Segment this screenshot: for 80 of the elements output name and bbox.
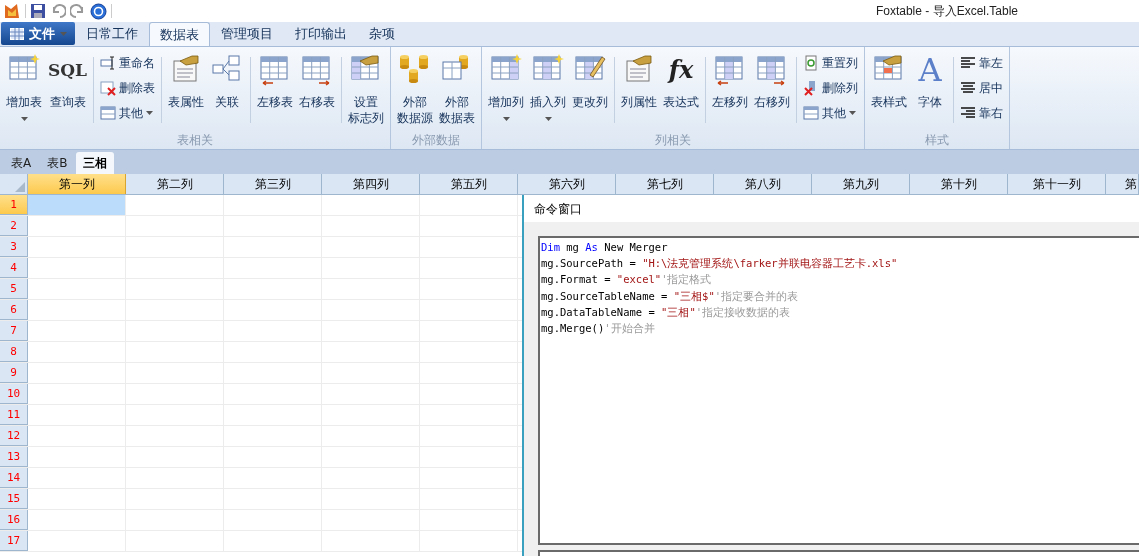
table-delete-icon: [100, 79, 117, 96]
ribbon-button[interactable]: 列属性: [618, 47, 661, 110]
code-line: mg.DataTableName = "三相"'指定接收数据的表: [541, 304, 792, 320]
app-logo-icon: [3, 2, 21, 20]
ribbon-button[interactable]: A 字体: [910, 47, 951, 110]
column-header[interactable]: 第四列: [322, 174, 420, 194]
ribbon-button[interactable]: SQL 查询表: [45, 47, 91, 110]
rename-icon: [100, 54, 117, 71]
align-left-icon: [960, 54, 977, 71]
ribbon-button[interactable]: 设置 标志列: [345, 47, 388, 126]
ribbon-button[interactable]: 增加列: [485, 47, 528, 121]
ribbon-button[interactable]: 左移表: [254, 47, 297, 110]
window-title: Foxtable - 导入Excel.Table: [875, 3, 1018, 20]
file-menu-button[interactable]: 文件: [1, 22, 75, 45]
column-header[interactable]: 第: [1106, 174, 1139, 194]
table-icon: [100, 104, 117, 121]
ribbon-button[interactable]: 关联: [207, 47, 248, 110]
ribbon-tab[interactable]: 日常工作: [75, 22, 149, 46]
column-header[interactable]: 第一列: [28, 174, 126, 194]
select-all-corner-icon[interactable]: [15, 182, 25, 192]
column-header[interactable]: 第五列: [420, 174, 518, 194]
ribbon-button[interactable]: 右移表: [296, 47, 339, 110]
column-header[interactable]: 第十列: [910, 174, 1008, 194]
ribbon-button[interactable]: 左移列: [709, 47, 752, 110]
ribbon-tab[interactable]: 管理项目: [210, 22, 284, 46]
help-icon[interactable]: [90, 2, 107, 20]
ribbon-group-label: 列相关: [654, 132, 693, 149]
command-window-title: 命令窗口: [534, 200, 582, 218]
ribbon-button[interactable]: 增加表: [3, 47, 45, 121]
ribbon-button[interactable]: 插入列: [527, 47, 570, 121]
align-center-icon: [960, 79, 977, 96]
redo-icon[interactable]: [70, 3, 86, 19]
code-line: Dim mg As New Merger: [541, 240, 669, 255]
ribbon-group-label: 表相关: [176, 132, 214, 149]
save-icon[interactable]: [30, 3, 46, 19]
dropdown-caret-icon: [59, 31, 67, 36]
ribbon-small-button[interactable]: 重命名: [99, 51, 157, 74]
code-line: mg.SourcePath = "H:\法克管理系统\farker并联电容器工艺卡.xls": [541, 256, 899, 272]
ribbon-small-button[interactable]: 靠左: [959, 51, 1005, 74]
ribbon-small-button[interactable]: 靠右: [959, 101, 1005, 124]
code-line: mg.SourceTableName = "三相$"'指定要合并的表: [541, 288, 800, 304]
ribbon-small-button[interactable]: 重置列: [802, 51, 860, 74]
ribbon-button[interactable]: fx 表达式: [660, 47, 703, 110]
column-header[interactable]: 第七列: [616, 174, 714, 194]
column-header[interactable]: 第十一列: [1008, 174, 1106, 194]
column-header[interactable]: 第九列: [812, 174, 910, 194]
align-right-icon: [960, 104, 977, 121]
ribbon-small-button[interactable]: 删除列: [802, 76, 860, 99]
table-cell[interactable]: [28, 195, 126, 215]
ribbon-small-button[interactable]: 居中: [959, 76, 1005, 99]
ribbon-button[interactable]: 外部 数据源: [394, 47, 437, 126]
ribbon-small-button[interactable]: 其他: [99, 101, 157, 124]
ribbon-button[interactable]: 更改列: [569, 47, 612, 110]
ribbon-tab[interactable]: 数据表: [149, 22, 210, 46]
ribbon-tab[interactable]: 杂项: [358, 22, 406, 46]
ribbon-button[interactable]: 表属性: [165, 47, 208, 110]
ribbon-group-label: 外部数据: [411, 132, 462, 149]
sheet-tab[interactable]: 表A: [4, 152, 39, 174]
ribbon-icon-text: SQL: [48, 59, 88, 82]
code-editor[interactable]: Dim mg As New Merger mg.SourcePath = "H:\法克管理系统\farker并联电容器工艺卡.xls" mg.Format = "excel"'指定格式 mg.SourceTableName = "三相$"'指定要合并的表 mg.DataTableName = "三相"'指定接收数据的表 mg.Merge()'开始合并: [538, 236, 1139, 545]
sheet-tab[interactable]: 三相: [76, 152, 115, 174]
column-header[interactable]: 第三列: [224, 174, 322, 194]
column-header[interactable]: 第六列: [518, 174, 616, 194]
ribbon-tab[interactable]: 打印输出: [284, 22, 358, 46]
code-line: mg.Merge()'开始合并: [541, 321, 656, 336]
table-icon: [9, 27, 24, 40]
ribbon-button[interactable]: 右移列: [751, 47, 794, 110]
ribbon-button[interactable]: 外部 数据表: [436, 47, 479, 126]
ribbon-icon-text: fx: [668, 54, 694, 86]
ribbon-small-button[interactable]: 其他: [802, 101, 860, 124]
ribbon-button[interactable]: 表样式: [868, 47, 911, 110]
refresh-document-icon: [803, 54, 820, 71]
code-line: mg.Format = "excel"'指定格式: [541, 272, 713, 288]
ribbon-icon-text: A: [918, 53, 942, 87]
column-header[interactable]: 第二列: [126, 174, 224, 194]
ribbon-small-button[interactable]: 删除表: [99, 76, 157, 99]
column-header[interactable]: 第八列: [714, 174, 812, 194]
sheet-tab[interactable]: 表B: [40, 152, 75, 174]
table-icon: [803, 104, 820, 121]
ribbon-group-label: 样式: [924, 132, 951, 149]
